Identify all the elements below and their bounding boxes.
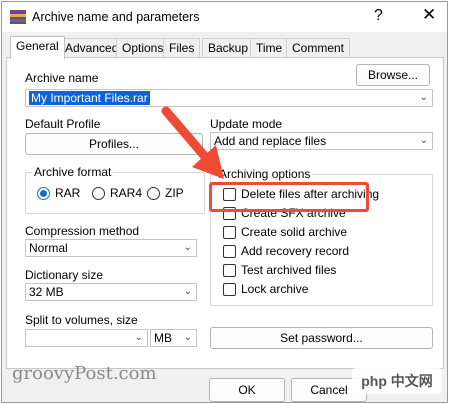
- split-label: Split to volumes, size: [25, 313, 138, 327]
- dictionary-label: Dictionary size: [25, 268, 104, 282]
- tab-advanced[interactable]: Advanced: [59, 38, 125, 58]
- ok-button[interactable]: OK: [209, 378, 285, 402]
- checkbox-create-solid[interactable]: [223, 226, 236, 239]
- radio-rar[interactable]: [37, 187, 50, 200]
- archive-name-input[interactable]: My Important Files.rar: [29, 91, 150, 105]
- help-button[interactable]: ?: [374, 7, 383, 25]
- php-badge: php 中文网: [352, 368, 442, 394]
- split-unit-value: MB: [154, 331, 172, 345]
- checkbox-lock-archive[interactable]: [223, 283, 236, 296]
- default-profile-label: Default Profile: [25, 117, 101, 131]
- winrar-icon: [10, 10, 26, 24]
- checkbox-create-solid-label: Create solid archive: [241, 225, 348, 239]
- radio-zip[interactable]: [147, 187, 160, 200]
- archive-format-title: Archive format: [32, 165, 114, 179]
- radio-zip-label: ZIP: [165, 186, 184, 200]
- chevron-down-icon[interactable]: ⌄: [135, 330, 143, 346]
- checkbox-recovery-record-label: Add recovery record: [241, 244, 350, 258]
- set-password-button[interactable]: Set password...: [210, 327, 433, 349]
- split-unit-select[interactable]: MB ⌄: [150, 329, 197, 347]
- radio-rar4-label: RAR4: [110, 186, 143, 200]
- highlight-box: [209, 182, 369, 212]
- checkbox-test-archived-label: Test archived files: [241, 263, 337, 277]
- browse-button[interactable]: Browse...: [356, 64, 430, 86]
- radio-rar4[interactable]: [92, 187, 105, 200]
- update-mode-select[interactable]: Add and replace files ⌄: [210, 132, 433, 150]
- chevron-down-icon[interactable]: ⌄: [184, 284, 192, 300]
- window-title: Archive name and parameters: [32, 10, 200, 24]
- dialog-window: Archive name and parameters ? ✕ General …: [1, 1, 448, 403]
- dictionary-value: 32 MB: [29, 285, 64, 299]
- tab-backup[interactable]: Backup: [202, 38, 255, 58]
- tab-strip: General Advanced Options Files Backup Ti…: [2, 36, 447, 59]
- dictionary-select[interactable]: 32 MB ⌄: [25, 283, 197, 301]
- compression-value: Normal: [29, 241, 68, 255]
- compression-label: Compression method: [25, 224, 140, 238]
- checkbox-lock-archive-label: Lock archive: [241, 282, 309, 296]
- tab-comment[interactable]: Comment: [286, 38, 351, 58]
- tab-options[interactable]: Options: [116, 38, 170, 58]
- arrow-icon: [161, 106, 224, 179]
- chevron-down-icon[interactable]: ⌄: [184, 330, 192, 346]
- radio-rar-label: RAR: [55, 186, 81, 200]
- close-button[interactable]: ✕: [422, 5, 436, 25]
- tab-files[interactable]: Files: [163, 38, 201, 58]
- tab-general[interactable]: General: [10, 36, 65, 59]
- title-bar: Archive name and parameters ? ✕: [2, 2, 447, 32]
- split-size-input[interactable]: ⌄: [25, 329, 148, 347]
- watermark-text: groovyPost.com: [12, 363, 157, 384]
- chevron-down-icon[interactable]: ⌄: [184, 240, 192, 256]
- tab-time[interactable]: Time: [250, 38, 289, 58]
- compression-select[interactable]: Normal ⌄: [25, 239, 197, 257]
- chevron-down-icon[interactable]: ⌄: [420, 90, 428, 106]
- checkbox-recovery-record[interactable]: [223, 245, 236, 258]
- checkbox-test-archived[interactable]: [223, 264, 236, 277]
- archive-name-label: Archive name: [25, 71, 99, 85]
- chevron-down-icon[interactable]: ⌄: [420, 133, 428, 149]
